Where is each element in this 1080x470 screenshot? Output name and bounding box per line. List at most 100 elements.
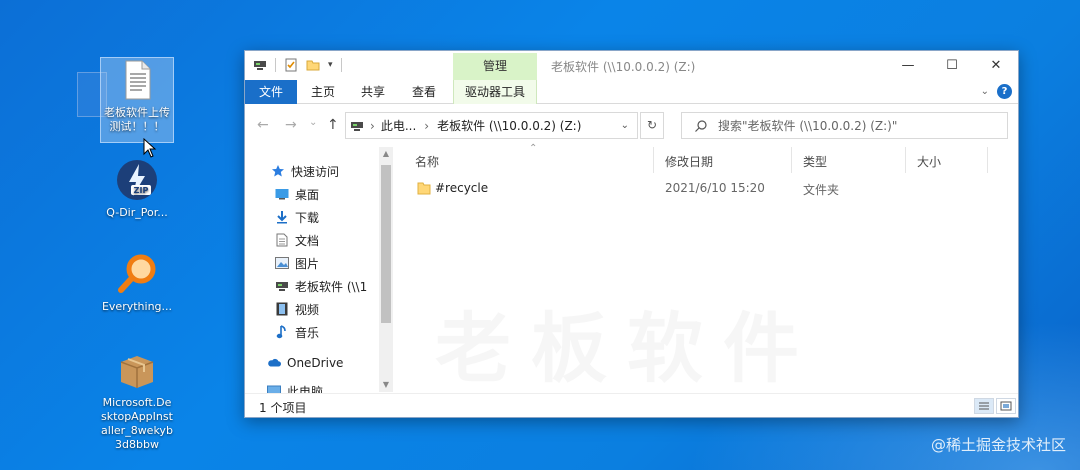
nav-this-pc[interactable]: 此电脑 [267,380,393,393]
tab-share[interactable]: 共享 [357,80,389,104]
nav-item-videos[interactable]: 视频 [275,298,393,320]
scroll-up-icon[interactable]: ▲ [379,147,393,161]
svg-text:ZIP: ZIP [134,186,149,195]
file-type: 文件夹 [803,183,840,197]
tab-drive-tools[interactable]: 驱动器工具 [453,80,537,104]
minimize-button[interactable]: — [886,51,930,80]
column-divider[interactable] [987,147,988,173]
drive-icon [351,121,363,131]
address-chevron: › [424,118,430,133]
properties-icon[interactable] [284,58,298,72]
zip-icon: ZIP [115,158,159,202]
corner-watermark: @稀土掘金技术社区 [930,436,1066,454]
nav-label: 文档 [295,233,320,248]
desktop-icon-upload-test[interactable]: 老板软件上传测试！！！ [100,57,174,143]
package-box-icon [115,348,159,392]
nav-label: 快速访问 [291,164,340,179]
desktop-folder-icon [275,187,289,201]
nav-item-music[interactable]: 音乐 [275,321,393,343]
column-divider[interactable] [653,147,654,173]
expand-ribbon-icon[interactable]: ⌄ [981,86,989,97]
computer-icon [267,384,281,393]
address-root[interactable]: 此电... [381,117,416,134]
file-date: 2021/6/10 15:20 [665,181,765,195]
recent-locations-icon[interactable]: ⌄ [309,117,317,128]
nav-label: 老板软件 (\\1 [295,279,368,294]
refresh-icon: ↻ [646,118,658,132]
table-row[interactable]: #recycle 2021/6/10 15:20 文件夹 [409,177,1009,199]
tab-view[interactable]: 查看 [408,80,440,104]
nav-item-network-drive[interactable]: 老板软件 (\\1 📌 [275,275,393,297]
maximize-button[interactable]: ☐ [930,51,974,80]
search-placeholder: 搜索"老板软件 (\\10.0.0.2) (Z:)" [718,119,898,133]
customize-toolbar-icon[interactable]: ▾ [328,60,333,70]
address-box[interactable]: › 此电... › 老板软件 (\\10.0.0.2) (Z:) ⌄ [345,112,638,139]
nav-quick-access[interactable]: 快速访问 [271,160,393,182]
title-bar: ▾ 管理 老板软件 (\\10.0.0.2) (Z:) — ☐ ✕ [245,51,1018,80]
column-divider[interactable] [791,147,792,173]
desktop-icon-qdir[interactable]: ZIP Q-Dir_Por... [100,158,174,220]
column-header-size[interactable]: 大小 [917,151,941,173]
star-icon [271,164,285,178]
nav-label: 图片 [295,256,320,271]
nav-onedrive[interactable]: OneDrive [267,352,393,374]
column-header-name[interactable]: 名称 [415,151,439,173]
text-document-icon [115,58,159,102]
sort-ascending-icon: ⌃ [529,143,538,154]
nav-label: OneDrive [287,356,344,370]
quick-access-toolbar: ▾ [253,58,342,72]
cloud-icon [267,356,281,370]
navigation-pane: 快速访问 桌面 📌 下载 📌 文档 📌 图片 📌 老板软件 (\\1 📌 [245,147,393,393]
refresh-button[interactable]: ↻ [640,112,664,139]
film-icon [275,302,289,316]
item-count: 1 个项目 [259,401,307,415]
picture-icon [275,256,289,270]
nav-item-downloads[interactable]: 下载 📌 [275,206,393,228]
document-icon [275,233,289,247]
address-dropdown-icon[interactable]: ⌄ [621,120,629,131]
details-view-button[interactable] [974,398,994,414]
address-chevron: › [370,118,375,133]
forward-arrow-icon[interactable]: → [285,117,297,133]
status-bar: 1 个项目 [245,393,1018,417]
column-header-date[interactable]: 修改日期 [665,151,713,173]
download-arrow-icon [275,210,289,224]
nav-label: 此电脑 [287,384,324,394]
scroll-thumb[interactable] [381,165,391,323]
desktop-icon-label: Q-Dir_Por... [106,206,168,219]
mouse-cursor-icon [143,138,157,158]
address-current[interactable]: 老板软件 (\\10.0.0.2) (Z:) [437,117,581,134]
magnifier-icon [115,252,159,296]
explorer-window: ▾ 管理 老板软件 (\\10.0.0.2) (Z:) — ☐ ✕ 文件 主页 … [244,50,1019,418]
desktop-icon-app-installer[interactable]: Microsoft.DesktopAppInstaller_8wekyb3d8b… [100,348,174,452]
drive-icon [254,61,266,70]
nav-label: 音乐 [295,325,320,340]
file-list: 老板软件 ⌃ 名称 修改日期 类型 大小 #recycle 2021/6/10 … [395,143,1017,393]
nav-label: 桌面 [295,187,320,202]
new-folder-icon[interactable] [306,58,320,72]
nav-label: 视频 [295,302,320,317]
search-icon [695,119,707,132]
back-arrow-icon[interactable]: ← [257,117,269,133]
network-drive-icon [275,279,289,293]
column-divider[interactable] [905,147,906,173]
desktop-icon-label: Microsoft.DesktopAppInstaller_8wekyb3d8b… [101,396,173,451]
nav-item-desktop[interactable]: 桌面 📌 [275,183,393,205]
close-button[interactable]: ✕ [974,51,1018,80]
details-view-icon [979,402,989,410]
tab-file[interactable]: 文件 [245,80,297,104]
help-icon[interactable]: ? [997,84,1012,99]
large-icons-view-icon [1000,401,1012,411]
search-input[interactable]: 搜索"老板软件 (\\10.0.0.2) (Z:)" [681,112,1008,139]
scroll-down-icon[interactable]: ▼ [379,378,393,392]
watermark-text: 老板软件 [435,287,819,397]
desktop-icon-everything[interactable]: Everything... [100,252,174,314]
nav-item-pictures[interactable]: 图片 📌 [275,252,393,274]
large-icons-view-button[interactable] [996,398,1016,414]
nav-item-documents[interactable]: 文档 📌 [275,229,393,251]
up-arrow-icon[interactable]: ↑ [327,117,339,133]
tab-home[interactable]: 主页 [307,80,339,104]
nav-scrollbar[interactable]: ▲ ▼ [379,147,393,392]
column-header-type[interactable]: 类型 [803,151,827,173]
manage-contextual-tab[interactable]: 管理 [453,53,537,80]
